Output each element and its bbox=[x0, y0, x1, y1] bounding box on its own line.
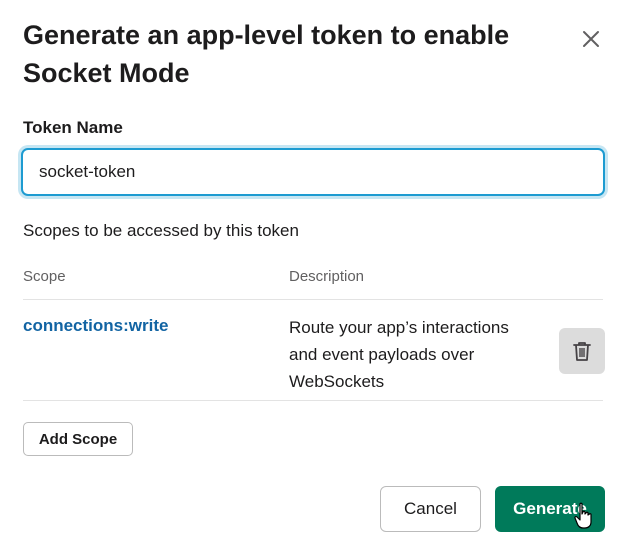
generate-button[interactable]: Generate bbox=[495, 486, 605, 532]
scope-name: connections:write bbox=[23, 316, 169, 335]
generate-token-dialog: Generate an app-level token to enable So… bbox=[0, 0, 626, 550]
scope-column-header: Scope bbox=[23, 268, 66, 285]
description-column-header: Description bbox=[289, 268, 365, 285]
close-icon bbox=[583, 31, 599, 47]
table-divider bbox=[23, 400, 603, 401]
close-button[interactable] bbox=[576, 24, 606, 54]
scopes-heading: Scopes to be accessed by this token bbox=[23, 221, 299, 240]
table-divider bbox=[23, 299, 603, 300]
trash-icon bbox=[573, 342, 591, 361]
dialog-title: Generate an app-level token to enable So… bbox=[23, 20, 510, 88]
delete-scope-button[interactable] bbox=[559, 328, 605, 374]
add-scope-button[interactable]: Add Scope bbox=[23, 422, 133, 456]
scope-description: Route your app’s interactions and event … bbox=[289, 318, 509, 391]
token-name-label: Token Name bbox=[23, 118, 123, 137]
token-name-input[interactable] bbox=[21, 148, 605, 196]
cancel-button[interactable]: Cancel bbox=[380, 486, 481, 532]
